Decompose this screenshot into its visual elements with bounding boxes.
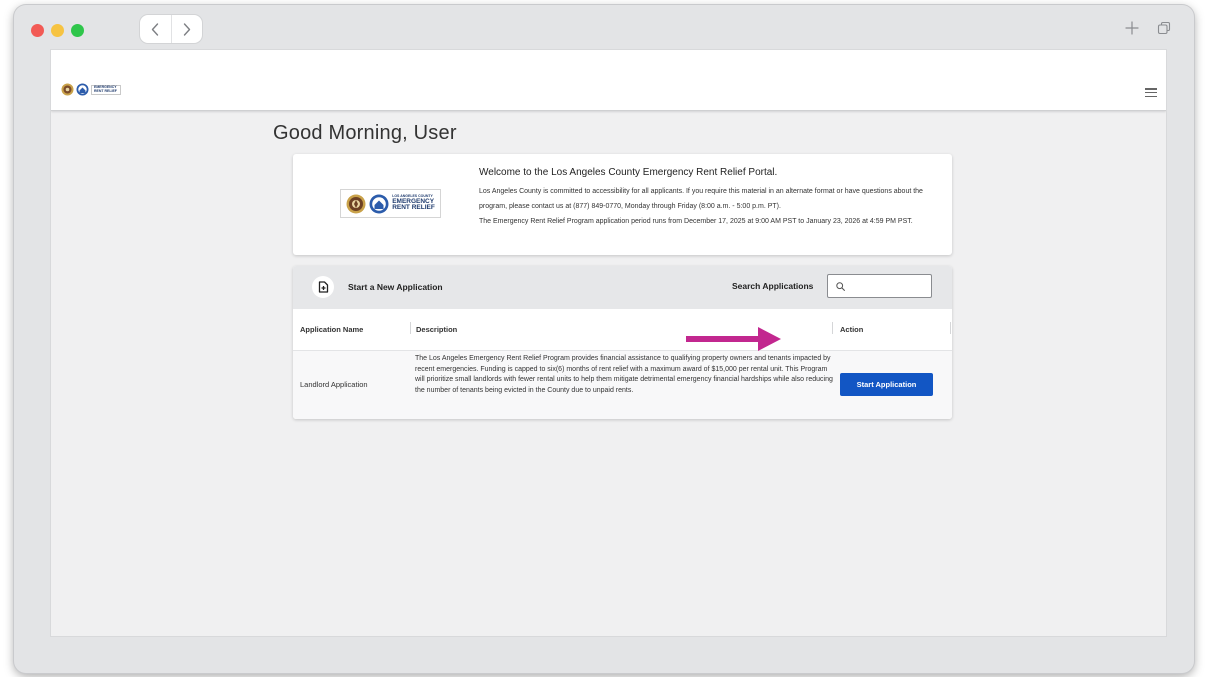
application-name-cell: Landlord Application: [300, 380, 368, 389]
welcome-card: LOS ANGELES COUNTY EMERGENCY RENT RELIEF…: [293, 154, 952, 255]
history-navigation: [139, 14, 203, 44]
column-header-description: Description: [416, 325, 458, 334]
hamburger-menu-icon[interactable]: [1145, 88, 1157, 97]
column-header-action: Action: [840, 325, 864, 334]
welcome-title: Welcome to the Los Angeles County Emerge…: [479, 167, 778, 178]
accessibility-note: Los Angeles County is committed to acces…: [479, 188, 923, 210]
application-description-cell: The Los Angeles Emergency Rent Relief Pr…: [415, 355, 833, 394]
new-tab-button[interactable]: [1122, 18, 1142, 38]
header-logo[interactable]: EMERGENCY RENT RELIEF: [61, 83, 121, 96]
column-divider: [950, 322, 951, 334]
emergency-rent-relief-emblem-icon: [369, 194, 389, 213]
zoom-window-button[interactable]: [71, 24, 84, 37]
start-new-application-label: Start a New Application: [348, 282, 443, 292]
search-applications-input[interactable]: [850, 281, 930, 291]
new-tab-icon: [1125, 21, 1139, 35]
column-divider: [832, 322, 833, 334]
start-new-application-button[interactable]: Start a New Application: [312, 276, 443, 298]
applications-toolbar: Start a New Application Search Applicati…: [293, 266, 952, 309]
search-icon: [836, 281, 845, 291]
application-period-note: The Emergency Rent Relief Program applic…: [479, 218, 913, 225]
applications-panel: Start a New Application Search Applicati…: [293, 266, 952, 419]
welcome-text: Welcome to the Los Angeles County Emerge…: [479, 167, 939, 229]
emergency-rent-relief-emblem-icon: [76, 83, 89, 96]
table-header: Application Name Description Action: [293, 309, 952, 350]
program-logo-rent-relief: RENT RELIEF: [392, 204, 435, 212]
forward-button[interactable]: [170, 15, 203, 43]
new-document-icon: [312, 276, 334, 298]
close-window-button[interactable]: [31, 24, 44, 37]
program-logo: LOS ANGELES COUNTY EMERGENCY RENT RELIEF: [340, 189, 441, 218]
back-icon: [152, 22, 159, 36]
program-logo-text: LOS ANGELES COUNTY EMERGENCY RENT RELIEF: [392, 195, 435, 212]
column-header-application-name: Application Name: [300, 325, 364, 334]
page-viewport: EMERGENCY RENT RELIEF Good Morning, User…: [50, 49, 1167, 637]
start-application-button[interactable]: Start Application: [840, 373, 933, 396]
table-row: Landlord Application The Los Angeles Eme…: [293, 350, 952, 419]
greeting-heading: Good Morning, User: [273, 122, 457, 144]
annotation-arrow-icon: [686, 327, 781, 351]
header-logo-line: RENT RELIEF: [94, 88, 117, 93]
app-header: EMERGENCY RENT RELIEF: [51, 50, 1166, 111]
county-seal-icon: [346, 194, 366, 213]
back-button[interactable]: [140, 15, 171, 43]
search-applications-label: Search Applications: [732, 281, 814, 291]
search-applications-field[interactable]: [827, 274, 932, 298]
column-divider: [410, 322, 411, 334]
minimize-window-button[interactable]: [51, 24, 64, 37]
browser-window: EMERGENCY RENT RELIEF Good Morning, User…: [14, 5, 1194, 673]
tab-overview-button[interactable]: [1154, 18, 1174, 38]
forward-icon: [183, 22, 190, 36]
county-seal-icon: [61, 83, 74, 96]
tab-overview-icon: [1157, 21, 1171, 35]
